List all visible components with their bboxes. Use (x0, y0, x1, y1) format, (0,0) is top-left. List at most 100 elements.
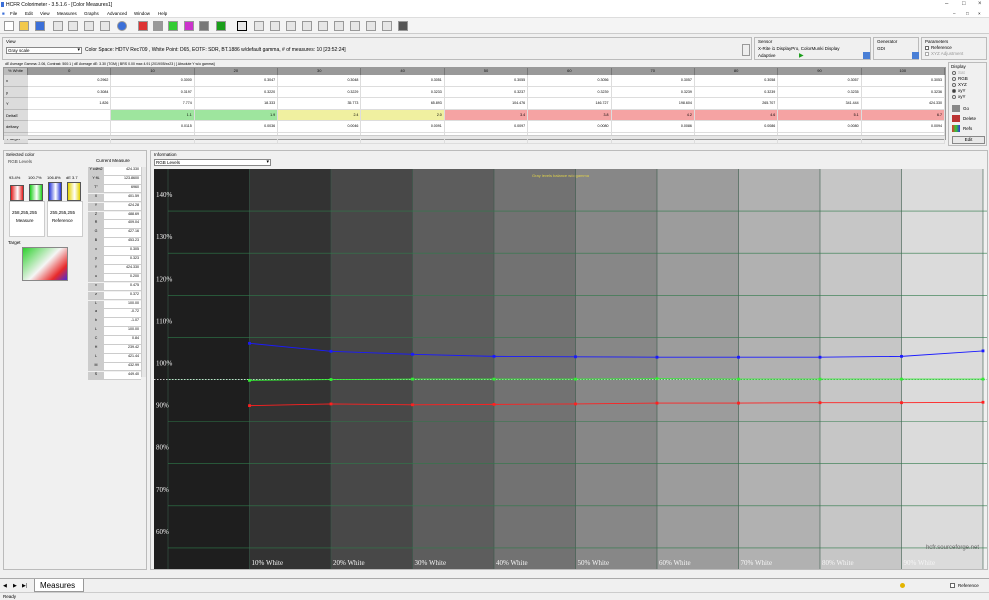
measure-gray-icon[interactable] (153, 21, 163, 31)
table-cell[interactable]: 146.727 (528, 98, 612, 110)
table-cell[interactable]: 0.3053 (861, 75, 945, 87)
menu-graphs[interactable]: Graphs (84, 11, 99, 16)
column-header[interactable]: 80 (694, 68, 779, 75)
current-measure-scrollbar[interactable] (141, 167, 146, 377)
close-icon[interactable]: × (978, 1, 982, 7)
table-cell[interactable]: 0.3236 (861, 86, 945, 98)
table-cell[interactable]: 0.3220 (194, 86, 279, 98)
column-header[interactable]: 10 (111, 68, 195, 75)
table-cell[interactable]: 2.4 (278, 109, 362, 121)
tab-measures[interactable]: Measures (34, 579, 84, 592)
delete-icon[interactable] (952, 115, 960, 122)
graph-view-5-icon[interactable] (302, 21, 312, 31)
mdi-close-icon[interactable]: × (978, 11, 981, 16)
table-cell[interactable]: 0.0094 (861, 121, 945, 133)
reference-checkbox[interactable] (925, 46, 929, 50)
table-cell[interactable]: 0.3239 (611, 86, 695, 98)
reference-bottom-checkbox[interactable] (950, 583, 955, 588)
column-header[interactable]: 90 (778, 68, 862, 75)
graph-view-10-icon[interactable] (382, 21, 392, 31)
go-icon[interactable] (952, 105, 960, 112)
tab-next-icon[interactable]: ▶ (13, 583, 17, 589)
table-cell[interactable]: 424.330 (861, 98, 945, 110)
menu-measures[interactable]: Measures (57, 11, 77, 16)
table-cell[interactable] (28, 109, 112, 121)
table-cell[interactable]: 65.893 (361, 98, 445, 110)
table-cell[interactable]: 0.3058 (694, 75, 779, 87)
display-option-radio[interactable] (952, 89, 956, 93)
table-cell[interactable]: 18.333 (194, 98, 279, 110)
table-cell[interactable]: 3.8 (528, 109, 612, 121)
table-cell[interactable]: 0.0086 (694, 121, 779, 133)
table-cell[interactable]: 0.3000 (111, 75, 195, 87)
table-cell[interactable]: 4.6 (694, 109, 779, 121)
column-header[interactable]: 0 (28, 68, 112, 75)
table-cell[interactable]: 1.9 (194, 109, 279, 121)
open-folder-icon[interactable] (19, 21, 29, 31)
go-button[interactable]: Go (963, 106, 969, 111)
menu-file[interactable]: File (10, 11, 17, 16)
information-select[interactable]: RGB Levels ▾ (154, 159, 271, 166)
tab-last-icon[interactable]: ▶| (22, 583, 27, 589)
column-header[interactable]: 60 (528, 68, 612, 75)
table-cell[interactable]: 0.3233 (361, 86, 445, 98)
maximize-icon[interactable]: □ (962, 1, 966, 7)
tab-prev-icon[interactable]: ◀ (3, 583, 7, 589)
display-option-radio[interactable] (952, 95, 956, 99)
view-select[interactable]: Gray scale ▾ (6, 47, 82, 54)
generator-settings-icon[interactable] (912, 52, 919, 59)
table-cell[interactable]: 0.3048 (278, 75, 362, 87)
menu-advanced[interactable]: Advanced (107, 11, 127, 16)
graph-view-3-icon[interactable] (270, 21, 280, 31)
mdi-restore-icon[interactable]: □ (966, 11, 969, 16)
table-cell[interactable]: 0.0036 (194, 121, 279, 133)
sensor-play-icon[interactable]: ▶ (799, 52, 804, 59)
print-icon[interactable] (100, 21, 110, 31)
table-cell[interactable]: 0.3229 (278, 86, 362, 98)
table-cell[interactable]: 0.3239 (694, 86, 779, 98)
column-header[interactable]: 40 (361, 68, 445, 75)
display-option-radio[interactable] (952, 83, 956, 87)
refs-icon[interactable] (952, 125, 960, 132)
graph-view-8-icon[interactable] (350, 21, 360, 31)
graph-view-7-icon[interactable] (334, 21, 344, 31)
table-cell[interactable]: 0.0091 (361, 121, 445, 133)
table-cell[interactable]: 0.3056 (528, 75, 612, 87)
graph-view-1-icon[interactable] (237, 21, 247, 31)
table-cell[interactable]: 7.774 (111, 98, 195, 110)
table-cell[interactable]: 0.3197 (111, 86, 195, 98)
table-cell[interactable]: 341.444 (778, 98, 862, 110)
table-cell[interactable]: 0.0097 (444, 121, 529, 133)
display-option-radio[interactable] (952, 71, 956, 75)
sensor-settings-icon[interactable] (863, 52, 870, 59)
cut-icon[interactable] (53, 21, 63, 31)
table-cell[interactable]: 0.3235 (778, 86, 862, 98)
graph-view-9-icon[interactable] (366, 21, 376, 31)
help-icon[interactable] (117, 21, 127, 31)
graph-view-11-icon[interactable] (398, 21, 408, 31)
paste-icon[interactable] (84, 21, 94, 31)
new-file-icon[interactable] (4, 21, 14, 31)
menu-help[interactable]: Help (158, 11, 167, 16)
graph-view-6-icon[interactable] (318, 21, 328, 31)
table-cell[interactable]: 0.3239 (528, 86, 612, 98)
table-cell[interactable]: 1.826 (28, 98, 112, 110)
delete-button[interactable]: Delete (963, 116, 976, 121)
table-cell[interactable]: 1.1 (111, 109, 195, 121)
menu-view[interactable]: View (40, 11, 50, 16)
refs-button[interactable]: Refs (963, 126, 972, 131)
table-cell[interactable]: 0.3047 (194, 75, 279, 87)
table-cell[interactable]: 0.2962 (28, 75, 112, 87)
column-header[interactable]: 50 (444, 68, 529, 75)
edit-button[interactable]: Edit (952, 136, 985, 144)
table-cell[interactable]: 0.3055 (444, 75, 529, 87)
table-cell[interactable]: 0.0086 (611, 121, 695, 133)
play-icon[interactable] (216, 21, 226, 31)
table-cell[interactable]: 104.476 (444, 98, 529, 110)
minimize-icon[interactable]: – (945, 1, 948, 7)
measure-sat-icon[interactable] (184, 21, 194, 31)
table-cell[interactable]: 6.7 (861, 109, 945, 121)
table-cell[interactable]: 2.0 (361, 109, 445, 121)
scroll-icon[interactable] (742, 44, 750, 56)
display-option-radio[interactable] (952, 77, 956, 81)
